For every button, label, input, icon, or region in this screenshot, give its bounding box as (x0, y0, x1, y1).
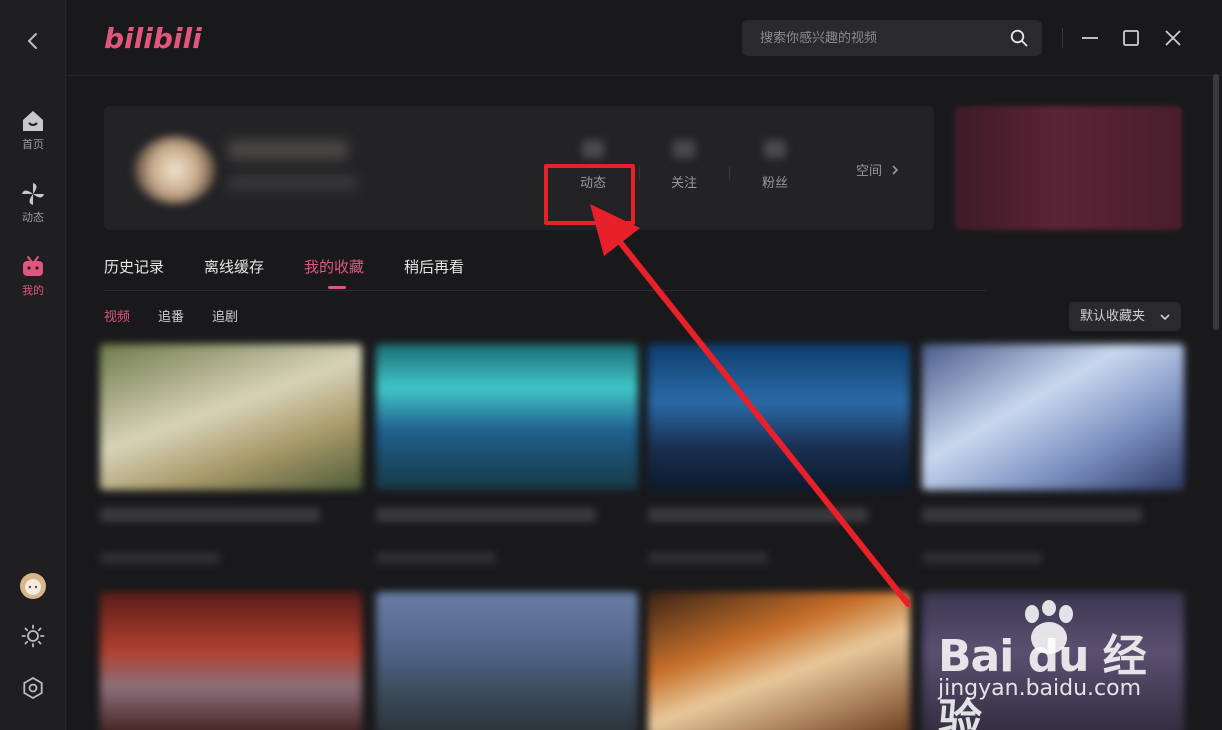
search-input[interactable] (742, 20, 1002, 56)
subtab-anime[interactable]: 追番 (158, 306, 184, 325)
video-title (100, 508, 320, 522)
stat-following[interactable]: 关注 (654, 140, 714, 191)
divider (1062, 28, 1063, 48)
sidebar: 首页 动态 我的 (0, 0, 66, 730)
sidebar-item-mine[interactable]: 我的 (0, 254, 66, 314)
stat-count (764, 140, 786, 158)
divider (104, 290, 986, 291)
profile-card: 动态 关注 粉丝 空间 (104, 106, 934, 230)
chevron-left-icon[interactable] (22, 30, 44, 52)
sidebar-item-dynamic[interactable]: 动态 (0, 181, 66, 241)
watermark-url: jingyan.baidu.com (938, 676, 1142, 701)
tab-offline-cache[interactable]: 离线缓存 (204, 256, 264, 277)
search-bar (742, 20, 1042, 56)
sun-icon[interactable] (0, 624, 66, 648)
subtab-drama[interactable]: 追剧 (212, 306, 238, 325)
divider (729, 166, 730, 180)
video-thumbnail (648, 592, 910, 730)
video-title (922, 508, 1142, 522)
divider (66, 75, 1222, 76)
tab-watch-later[interactable]: 稍后再看 (404, 256, 464, 277)
tv-icon (23, 256, 43, 276)
video-meta (922, 552, 1042, 564)
settings-icon[interactable] (0, 676, 66, 700)
folder-select[interactable]: 默认收藏夹 (1069, 302, 1181, 331)
space-link-label: 空间 (856, 164, 883, 179)
video-card[interactable] (376, 344, 638, 564)
profile-subtitle (228, 176, 358, 190)
video-card[interactable] (376, 592, 638, 730)
sidebar-item-label: 动态 (22, 211, 44, 224)
video-title (376, 508, 596, 522)
profile-avatar[interactable] (134, 136, 216, 204)
pinwheel-icon (22, 183, 44, 205)
video-title (648, 508, 868, 522)
avatar[interactable] (0, 572, 66, 600)
profile-username (228, 140, 348, 160)
sidebar-item-label: 我的 (22, 284, 44, 297)
video-card[interactable] (648, 592, 910, 730)
stat-label: 关注 (670, 176, 697, 191)
video-meta (648, 552, 768, 564)
minimize-icon[interactable] (1080, 28, 1100, 48)
video-thumbnail (376, 344, 638, 490)
space-link[interactable]: 空间 (856, 160, 900, 179)
stat-label: 动态 (579, 176, 606, 191)
video-thumbnail (100, 344, 362, 490)
search-icon[interactable] (1010, 29, 1028, 47)
baidu-watermark: Bai du 经验 jingyan.baidu.com (938, 600, 1178, 730)
subtab-video[interactable]: 视频 (104, 306, 130, 325)
stat-label: 粉丝 (761, 176, 788, 191)
divider (639, 166, 640, 180)
chevron-right-icon (892, 165, 899, 175)
video-card[interactable] (922, 344, 1184, 564)
video-thumbnail (648, 344, 910, 490)
stat-dynamic[interactable]: 动态 (563, 140, 623, 191)
tab-favorites[interactable]: 我的收藏 (304, 256, 364, 277)
video-thumbnail (100, 592, 362, 730)
video-card[interactable] (648, 344, 910, 564)
video-meta (376, 552, 496, 564)
promo-banner[interactable] (954, 106, 1182, 230)
video-card[interactable] (100, 344, 362, 564)
close-icon[interactable] (1163, 28, 1183, 48)
tab-history[interactable]: 历史记录 (104, 256, 164, 277)
maximize-icon[interactable] (1121, 28, 1141, 48)
active-tab-indicator (328, 286, 346, 289)
stat-followers[interactable]: 粉丝 (745, 140, 805, 191)
video-card[interactable] (100, 592, 362, 730)
chevron-down-icon (1160, 314, 1170, 321)
sidebar-item-home[interactable]: 首页 (0, 108, 66, 168)
home-icon (23, 111, 43, 131)
folder-select-value: 默认收藏夹 (1080, 309, 1146, 324)
video-thumbnail (922, 344, 1184, 490)
scrollbar[interactable] (1213, 74, 1219, 330)
sidebar-item-label: 首页 (22, 138, 44, 151)
video-meta (100, 552, 220, 564)
bilibili-logo[interactable]: bilibili (104, 22, 202, 55)
video-thumbnail (376, 592, 638, 730)
watermark-title: Bai du 经验 (938, 631, 1147, 730)
stat-count (673, 140, 695, 158)
stat-count (582, 140, 604, 158)
